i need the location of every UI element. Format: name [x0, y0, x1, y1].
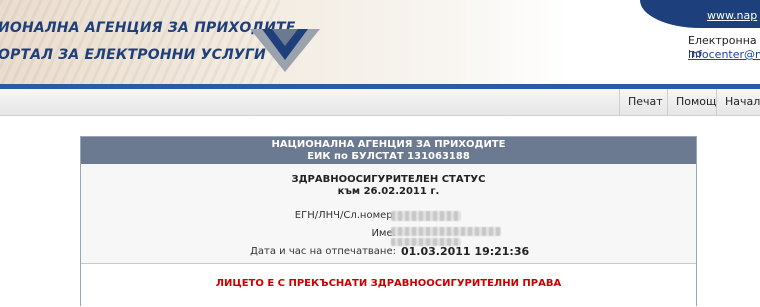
status-message: ЛИЦЕТО Е С ПРЕКЪСНАТИ ЗДРАВНООСИГУРИТЕЛН…	[215, 278, 562, 289]
header-texture	[0, 0, 280, 84]
name-value-redacted	[391, 227, 501, 236]
email-link[interactable]: infocenter@nra	[688, 48, 760, 61]
name-label: Име:	[371, 228, 396, 239]
nra-logo-icon	[250, 29, 320, 72]
toolbar: Печат Помощ Начало	[0, 89, 760, 116]
website-link[interactable]: www.nap	[707, 9, 757, 22]
portal-header: ИОНАЛНА АГЕНЦИЯ ЗА ПРИХОДИТЕ ОРТАЛ ЗА ЕЛ…	[0, 0, 760, 84]
egn-value-redacted	[391, 211, 461, 221]
home-button[interactable]: Начало	[716, 89, 760, 115]
printed-label: Дата и час на отпечатване:	[250, 246, 396, 257]
status-title: ЗДРАВНООСИГУРИТЕЛЕН СТАТУС	[291, 174, 486, 185]
help-button[interactable]: Помощ	[667, 89, 716, 115]
agency-name: НАЦИОНАЛНА АГЕНЦИЯ ЗА ПРИХОДИТЕ	[271, 139, 506, 150]
printed-datetime: 01.03.2011 19:21:36	[401, 245, 530, 258]
health-status-card: НАЦИОНАЛНА АГЕНЦИЯ ЗА ПРИХОДИТЕ ЕИК по Б…	[80, 136, 697, 307]
eik-number: ЕИК по БУЛСТАТ 131063188	[307, 151, 470, 162]
egn-label: ЕГН/ЛНЧ/Сл.номер:	[294, 210, 396, 221]
card-header: НАЦИОНАЛНА АГЕНЦИЯ ЗА ПРИХОДИТЕ ЕИК по Б…	[81, 137, 696, 164]
portal-title: ОРТАЛ ЗА ЕЛЕКТРОННИ УСЛУГИ	[0, 47, 266, 63]
status-date: към 26.02.2011 г.	[337, 186, 440, 197]
print-button[interactable]: Печат	[619, 89, 667, 115]
